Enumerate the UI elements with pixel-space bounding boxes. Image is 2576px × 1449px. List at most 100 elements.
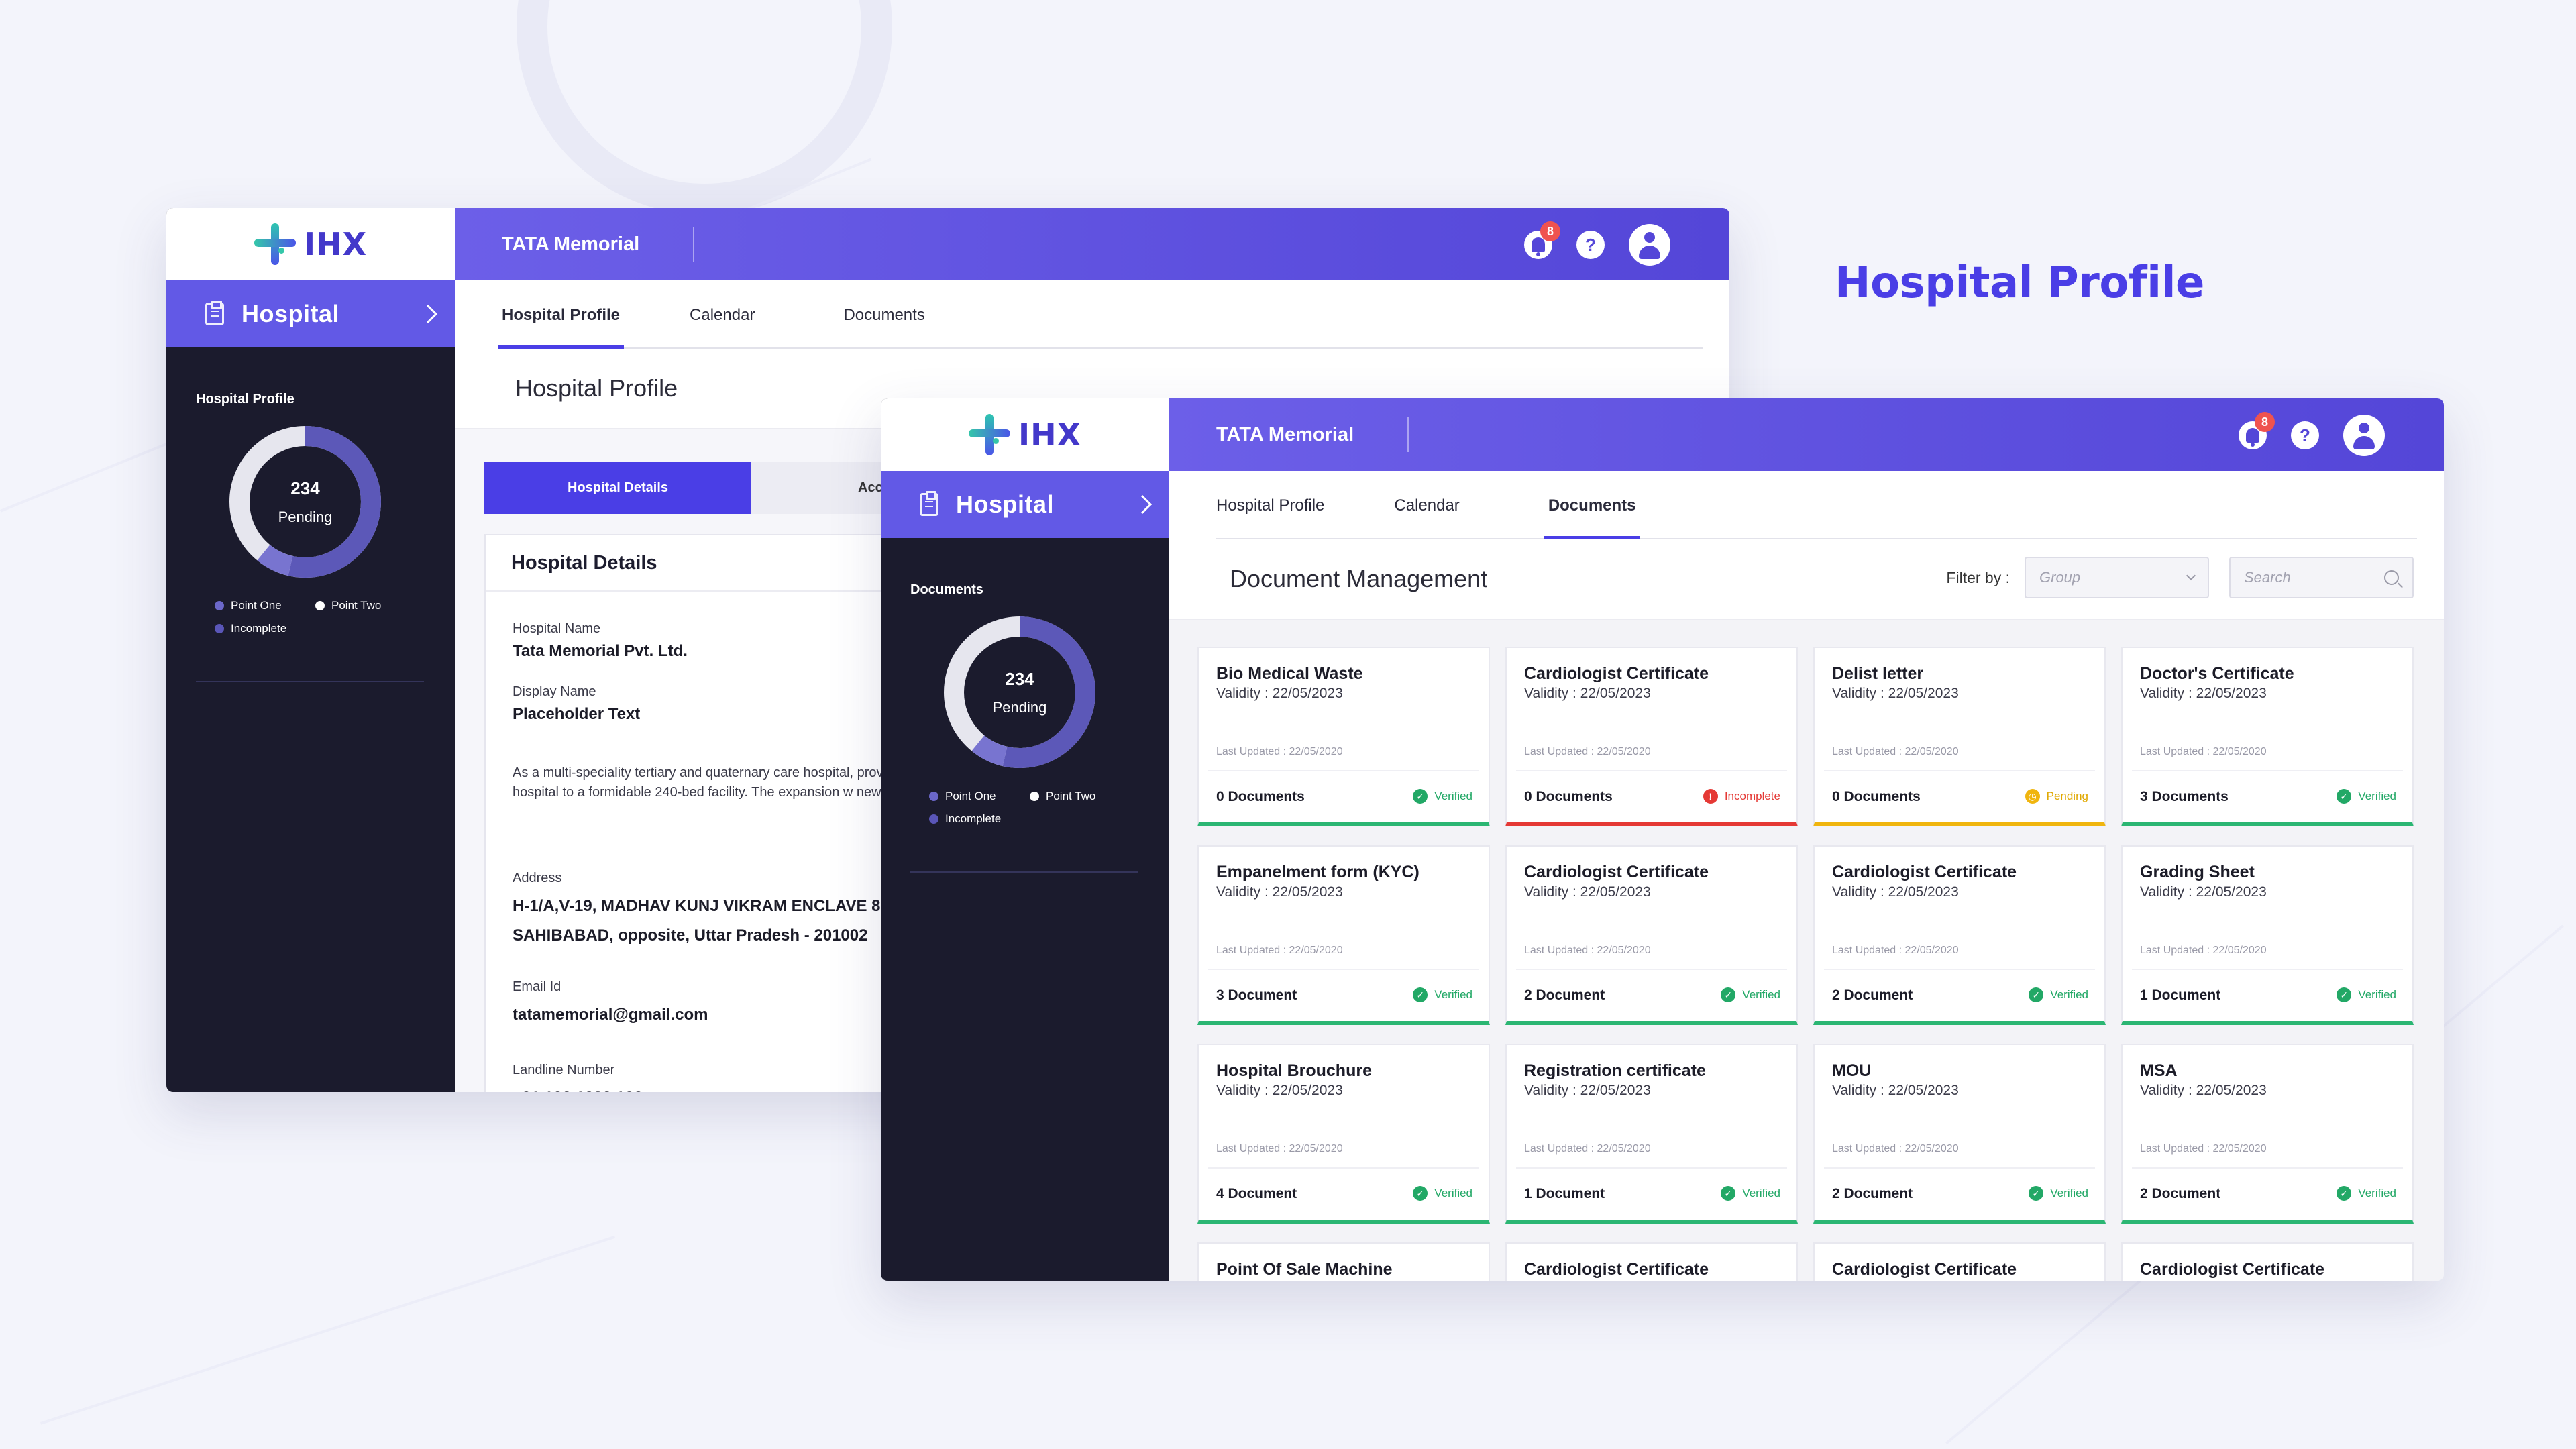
user-avatar-icon[interactable] [1629, 224, 1670, 266]
field-label: Hospital Name [513, 621, 601, 636]
status-verified-icon: ✓ [1413, 987, 1428, 1002]
document-card[interactable]: Empanelment form (KYC) Validity : 22/05/2… [1197, 845, 1490, 1025]
address-line-1: H-1/A,V-19, MADHAV KUNJ VIKRAM ENCLAVE 8 [513, 897, 881, 915]
segment-hospital-details[interactable]: Hospital Details [484, 462, 751, 514]
document-name: Cardiologist Certificate [1524, 863, 1709, 881]
tab-hospital-profile[interactable]: Hospital Profile [1216, 496, 1324, 538]
document-last-updated: Last Updated : 22/05/2020 [1216, 746, 1343, 757]
notification-badge: 8 [2255, 412, 2275, 432]
legend-label: Point Two [331, 599, 382, 612]
tab-documents[interactable]: Documents [1544, 496, 1640, 539]
document-last-updated: Last Updated : 22/05/2020 [1832, 1143, 1959, 1155]
field-label: Landline Number [513, 1063, 615, 1077]
search-placeholder: Search [2244, 569, 2291, 586]
page-title: Hospital Profile [1835, 258, 2204, 308]
chevron-right-icon [418, 304, 438, 324]
document-status: ✓ Verified [1721, 1186, 1780, 1201]
document-count: 2 Document [2140, 1186, 2221, 1201]
tab-bar: Hospital Profile Calendar Documents [1169, 471, 2444, 539]
document-status-label: Verified [1742, 1187, 1780, 1199]
tab-calendar[interactable]: Calendar [1394, 496, 1459, 538]
search-input[interactable]: Search [2229, 557, 2414, 598]
pending-donut-chart: 234 Pending [228, 425, 382, 579]
document-card[interactable]: Cardiologist CertificateValidity : 22/05… [2121, 1242, 2414, 1281]
document-card[interactable]: Delist letter Validity : 22/05/2023 Last U… [1813, 647, 2106, 826]
document-card[interactable]: MSA Validity : 22/05/2023 Last Updated : 2… [2121, 1044, 2414, 1224]
help-icon[interactable]: ? [2291, 421, 2319, 449]
sidebar-nav-hospital[interactable]: Hospital [166, 280, 455, 347]
legend-label: Point One [945, 790, 996, 802]
status-verified-icon: ✓ [1413, 789, 1428, 804]
notification-bell-icon[interactable]: 8 [1524, 221, 1560, 259]
document-status-label: Verified [1742, 988, 1780, 1001]
document-name: Bio Medical Waste [1216, 664, 1363, 683]
legend-item: Point Two [315, 599, 416, 612]
document-card[interactable]: Cardiologist CertificateValidity : 22/05… [1813, 845, 2106, 1025]
top-bar: TATA Memorial 8 ? [455, 208, 1729, 280]
card-divider [1208, 969, 1479, 970]
help-icon[interactable]: ? [1576, 231, 1605, 259]
sidebar-nav-hospital[interactable]: Hospital [881, 471, 1169, 538]
document-count: 0 Documents [1216, 789, 1305, 804]
document-status-label: Incomplete [1724, 790, 1780, 802]
field-label: Address [513, 871, 562, 885]
document-card[interactable]: Cardiologist CertificateValidity : 22/05… [1505, 1242, 1798, 1281]
user-avatar-icon[interactable] [2343, 415, 2385, 456]
document-status-label: Pending [2046, 790, 2088, 802]
document-validity: Validity : 22/05/2023 [1524, 1083, 1651, 1098]
topbar-divider [1407, 417, 1409, 452]
logo[interactable]: IHX [166, 208, 455, 280]
card-divider [1516, 969, 1787, 970]
document-card[interactable]: Grading Sheet Validity : 22/05/2023 Last U… [2121, 845, 2414, 1025]
status-verified-icon: ✓ [1721, 987, 1736, 1002]
document-status: ✓ Verified [1721, 987, 1780, 1002]
document-count: 1 Document [1524, 1186, 1605, 1201]
document-management-window: IHX Hospital Documents 234 Pending Point… [881, 398, 2444, 1281]
document-card[interactable]: Cardiologist CertificateValidity : 22/05… [1505, 647, 1798, 826]
document-status-label: Verified [2050, 1187, 2088, 1199]
field-label: Display Name [513, 684, 596, 699]
document-card[interactable]: MOU Validity : 22/05/2023 Last Updated : 2… [1813, 1044, 2106, 1224]
document-count: 2 Document [1524, 987, 1605, 1003]
document-validity: Validity : 22/05/2023 [1216, 1083, 1343, 1098]
documents-area: Bio Medical Waste Validity : 22/05/2023 La… [1169, 620, 2444, 1281]
card-divider [1824, 969, 2095, 970]
document-count: 3 Documents [2140, 789, 2229, 804]
legend-item: Point Two [1030, 790, 1130, 803]
group-filter-select[interactable]: Group [2025, 557, 2209, 598]
tab-bar: Hospital Profile Calendar Documents [455, 280, 1729, 349]
logo-cross-icon [254, 223, 296, 265]
tab-documents[interactable]: Documents [843, 306, 924, 347]
card-divider [1824, 1167, 2095, 1169]
card-divider [2132, 969, 2403, 970]
pending-donut-chart: 234 Pending [943, 615, 1097, 769]
document-card[interactable]: Point Of Sale MachineValidity : 22/05/20… [1197, 1242, 1490, 1281]
document-count: 1 Document [2140, 987, 2221, 1003]
document-card[interactable]: Registration certificate Validity : 22/05… [1505, 1044, 1798, 1224]
legend-item: Point One [215, 599, 315, 612]
card-divider [1824, 770, 2095, 771]
document-name: Cardiologist Certificate [1524, 664, 1709, 683]
document-card[interactable]: Cardiologist CertificateValidity : 22/05… [1813, 1242, 2106, 1281]
legend-label: Point One [231, 599, 282, 612]
filter-bar: Filter by : Group Search [1946, 557, 2414, 598]
status-verified-icon: ✓ [2337, 1186, 2352, 1201]
landline-value: +91 123 1233 123 [513, 1083, 643, 1092]
card-divider [1208, 770, 1479, 771]
tab-calendar[interactable]: Calendar [690, 306, 755, 347]
status-verified-icon: ✓ [1721, 1186, 1736, 1201]
notification-bell-icon[interactable]: 8 [2239, 412, 2275, 449]
document-card[interactable]: Cardiologist CertificateValidity : 22/05… [1505, 845, 1798, 1025]
document-status: ✓ Verified [2337, 987, 2396, 1002]
tab-hospital-profile[interactable]: Hospital Profile [497, 306, 625, 349]
document-status-label: Verified [2358, 988, 2396, 1001]
document-status: ✓ Verified [2029, 987, 2088, 1002]
document-card[interactable]: Hospital Brouchure Validity : 22/05/2023 L… [1197, 1044, 1490, 1224]
card-divider [1208, 1167, 1479, 1169]
document-card[interactable]: Doctor's Certificate Validity : 22/05/202… [2121, 647, 2414, 826]
logo[interactable]: IHX [881, 398, 1169, 471]
document-card[interactable]: Bio Medical Waste Validity : 22/05/2023 La… [1197, 647, 1490, 826]
document-status: ✓ Verified [1413, 987, 1472, 1002]
donut-value: 234 [1005, 668, 1034, 689]
logo-text: IHX [1018, 417, 1082, 453]
